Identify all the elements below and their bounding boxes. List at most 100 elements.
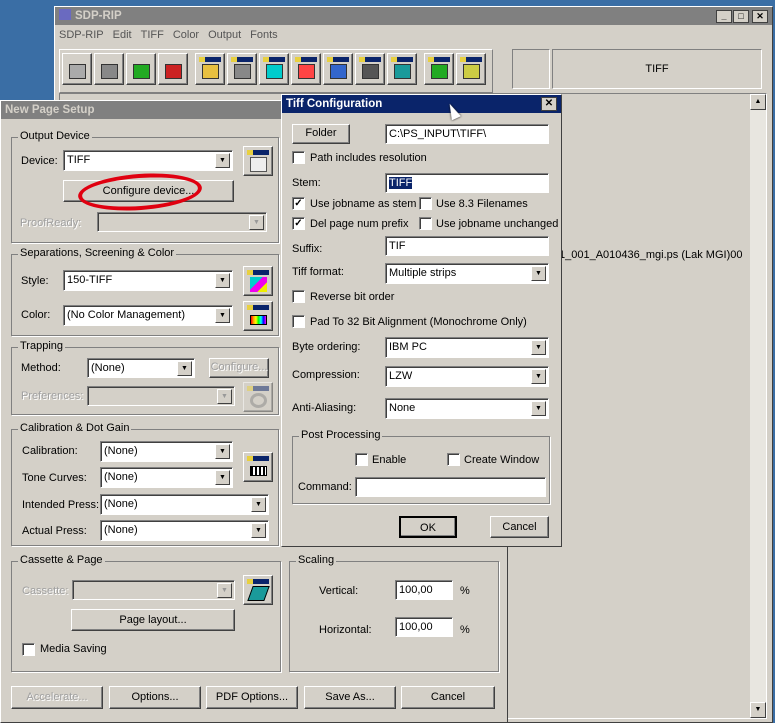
- preferences-select: ▼: [87, 386, 235, 406]
- actual-press-select[interactable]: (None) ▼: [100, 520, 269, 541]
- stem-input[interactable]: TIFF: [385, 173, 549, 193]
- tiff-format-select[interactable]: Multiple strips ▼: [385, 263, 549, 284]
- del-page-num-prefix-checkbox[interactable]: ✓: [292, 217, 305, 230]
- create-window-checkbox[interactable]: [447, 453, 460, 466]
- calibration-select[interactable]: (None) ▼: [100, 441, 233, 462]
- output-device-label: Output Device: [18, 130, 92, 142]
- scaling-label: Scaling: [296, 554, 337, 566]
- enable-checkbox[interactable]: [355, 453, 368, 466]
- tiff-config-title: Tiff Configuration: [286, 98, 383, 110]
- chevron-down-icon[interactable]: ▼: [215, 153, 230, 168]
- compression-select[interactable]: LZW ▼: [385, 366, 549, 387]
- cassette-select: ▼: [72, 580, 235, 600]
- ok-button[interactable]: OK: [399, 516, 457, 538]
- menu-color[interactable]: Color: [173, 29, 199, 41]
- separations-icon[interactable]: [243, 266, 273, 296]
- status-panel-blank: [512, 49, 550, 89]
- trapping-configure-button: Configure...: [209, 358, 269, 378]
- cassette-icon[interactable]: [243, 575, 273, 605]
- anti-aliasing-select[interactable]: None ▼: [385, 398, 549, 419]
- reverse-bit-order-label: Reverse bit order: [310, 291, 395, 303]
- horizontal-input[interactable]: 100,00: [395, 617, 453, 637]
- status-panel-device: TIFF: [552, 49, 762, 89]
- device-icon[interactable]: [227, 53, 257, 85]
- stop-red-icon[interactable]: [158, 53, 188, 85]
- page-icon[interactable]: [195, 53, 225, 85]
- device-select[interactable]: TIFF ▼: [63, 150, 233, 171]
- media-saving-checkbox[interactable]: [22, 643, 35, 656]
- vertical-input[interactable]: 100,00: [395, 580, 453, 600]
- page-layout-button[interactable]: Page layout...: [71, 609, 235, 631]
- job-line[interactable]: 5-001_001_A010436_mgi.ps (Lak MGI)00: [537, 249, 742, 261]
- cassette-group: Cassette & Page Cassette: ▼ Page layout.…: [11, 554, 281, 672]
- use-83-filenames-checkbox[interactable]: [419, 197, 432, 210]
- color-select[interactable]: (No Color Management) ▼: [63, 305, 233, 326]
- use-jobname-unchanged-checkbox[interactable]: [419, 217, 432, 230]
- command-label: Command:: [298, 481, 352, 493]
- menu-tiff[interactable]: TIFF: [141, 29, 164, 41]
- path-includes-resolution-label: Path includes resolution: [310, 152, 427, 164]
- folder-input[interactable]: C:\PS_INPUT\TIFF\: [385, 124, 549, 144]
- scroll-up-button[interactable]: ▲: [750, 94, 766, 110]
- output-arrow-icon[interactable]: [424, 53, 454, 85]
- maximize-button[interactable]: □: [733, 10, 749, 23]
- intended-press-select[interactable]: (None) ▼: [100, 494, 269, 515]
- style-label: Style:: [21, 275, 49, 287]
- main-title: SDP-RIP: [75, 10, 122, 22]
- byte-ordering-select[interactable]: IBM PC ▼: [385, 337, 549, 358]
- scroll-down-button[interactable]: ▼: [750, 702, 766, 718]
- create-window-label: Create Window: [464, 454, 540, 466]
- cassette-label: Cassette & Page: [18, 554, 105, 566]
- start-green-icon[interactable]: [126, 53, 156, 85]
- use-83-filenames-label: Use 8.3 Filenames: [436, 198, 528, 210]
- stem-label: Stem:: [292, 177, 321, 189]
- layout-icon[interactable]: [456, 53, 486, 85]
- close-button[interactable]: ✕: [752, 10, 768, 23]
- options-button[interactable]: Options...: [109, 686, 201, 709]
- cassette-field-label: Cassette:: [22, 585, 69, 597]
- device-settings-icon[interactable]: [243, 146, 273, 176]
- menu-output[interactable]: Output: [208, 29, 241, 41]
- menu-fonts[interactable]: Fonts: [250, 29, 278, 41]
- separations-label: Separations, Screening & Color: [18, 247, 177, 259]
- page-setup-title: New Page Setup: [5, 104, 95, 116]
- post-processing-group: Post Processing Enable Create Window Com…: [292, 429, 550, 504]
- cancel-button[interactable]: Cancel: [401, 686, 495, 709]
- tiff-cancel-button[interactable]: Cancel: [490, 516, 549, 538]
- calibration-icon[interactable]: [243, 452, 273, 482]
- command-input[interactable]: [355, 477, 546, 497]
- style-select[interactable]: 150-TIFF ▼: [63, 270, 233, 291]
- tone-curves-select[interactable]: (None) ▼: [100, 467, 233, 488]
- suffix-input[interactable]: TIF: [385, 236, 549, 256]
- separations-group: Separations, Screening & Color Style: 15…: [11, 247, 279, 336]
- calibration-icon[interactable]: [355, 53, 385, 85]
- method-select[interactable]: (None) ▼: [87, 358, 195, 378]
- color-icon[interactable]: [291, 53, 321, 85]
- suffix-label: Suffix:: [292, 243, 323, 255]
- reverse-bit-order-checkbox[interactable]: [292, 290, 305, 303]
- separations-icon[interactable]: [259, 53, 289, 85]
- pad-32-bit-checkbox[interactable]: [292, 315, 305, 328]
- use-jobname-as-stem-checkbox[interactable]: ✓: [292, 197, 305, 210]
- trapping-icon[interactable]: [323, 53, 353, 85]
- minimize-button[interactable]: _: [716, 10, 732, 23]
- compression-label: Compression:: [292, 369, 360, 381]
- pad-32-bit-label: Pad To 32 Bit Alignment (Monochrome Only…: [310, 316, 527, 328]
- close-icon[interactable]: ✕: [541, 97, 557, 111]
- printer-icon[interactable]: [62, 53, 92, 85]
- tiff-config-title-bar: Tiff Configuration ✕: [282, 95, 561, 113]
- printer-queue-icon[interactable]: [94, 53, 124, 85]
- pdf-options-button[interactable]: PDF Options...: [206, 686, 298, 709]
- method-label: Method:: [21, 362, 61, 374]
- tiff-format-label: Tiff format:: [292, 266, 344, 278]
- enable-label: Enable: [372, 454, 407, 466]
- color-management-icon[interactable]: [243, 301, 273, 331]
- save-as-button[interactable]: Save As...: [304, 686, 396, 709]
- folder-button[interactable]: Folder: [292, 124, 350, 144]
- menu-edit[interactable]: Edit: [113, 29, 132, 41]
- scrollbar-vertical[interactable]: ▲ ▼: [750, 94, 766, 718]
- scaling-group: Scaling Vertical: 100,00 % Horizontal: 1…: [289, 554, 499, 672]
- path-includes-resolution-checkbox[interactable]: [292, 151, 305, 164]
- menu-sdp-rip[interactable]: SDP-RIP: [59, 29, 104, 41]
- cassette-icon[interactable]: [387, 53, 417, 85]
